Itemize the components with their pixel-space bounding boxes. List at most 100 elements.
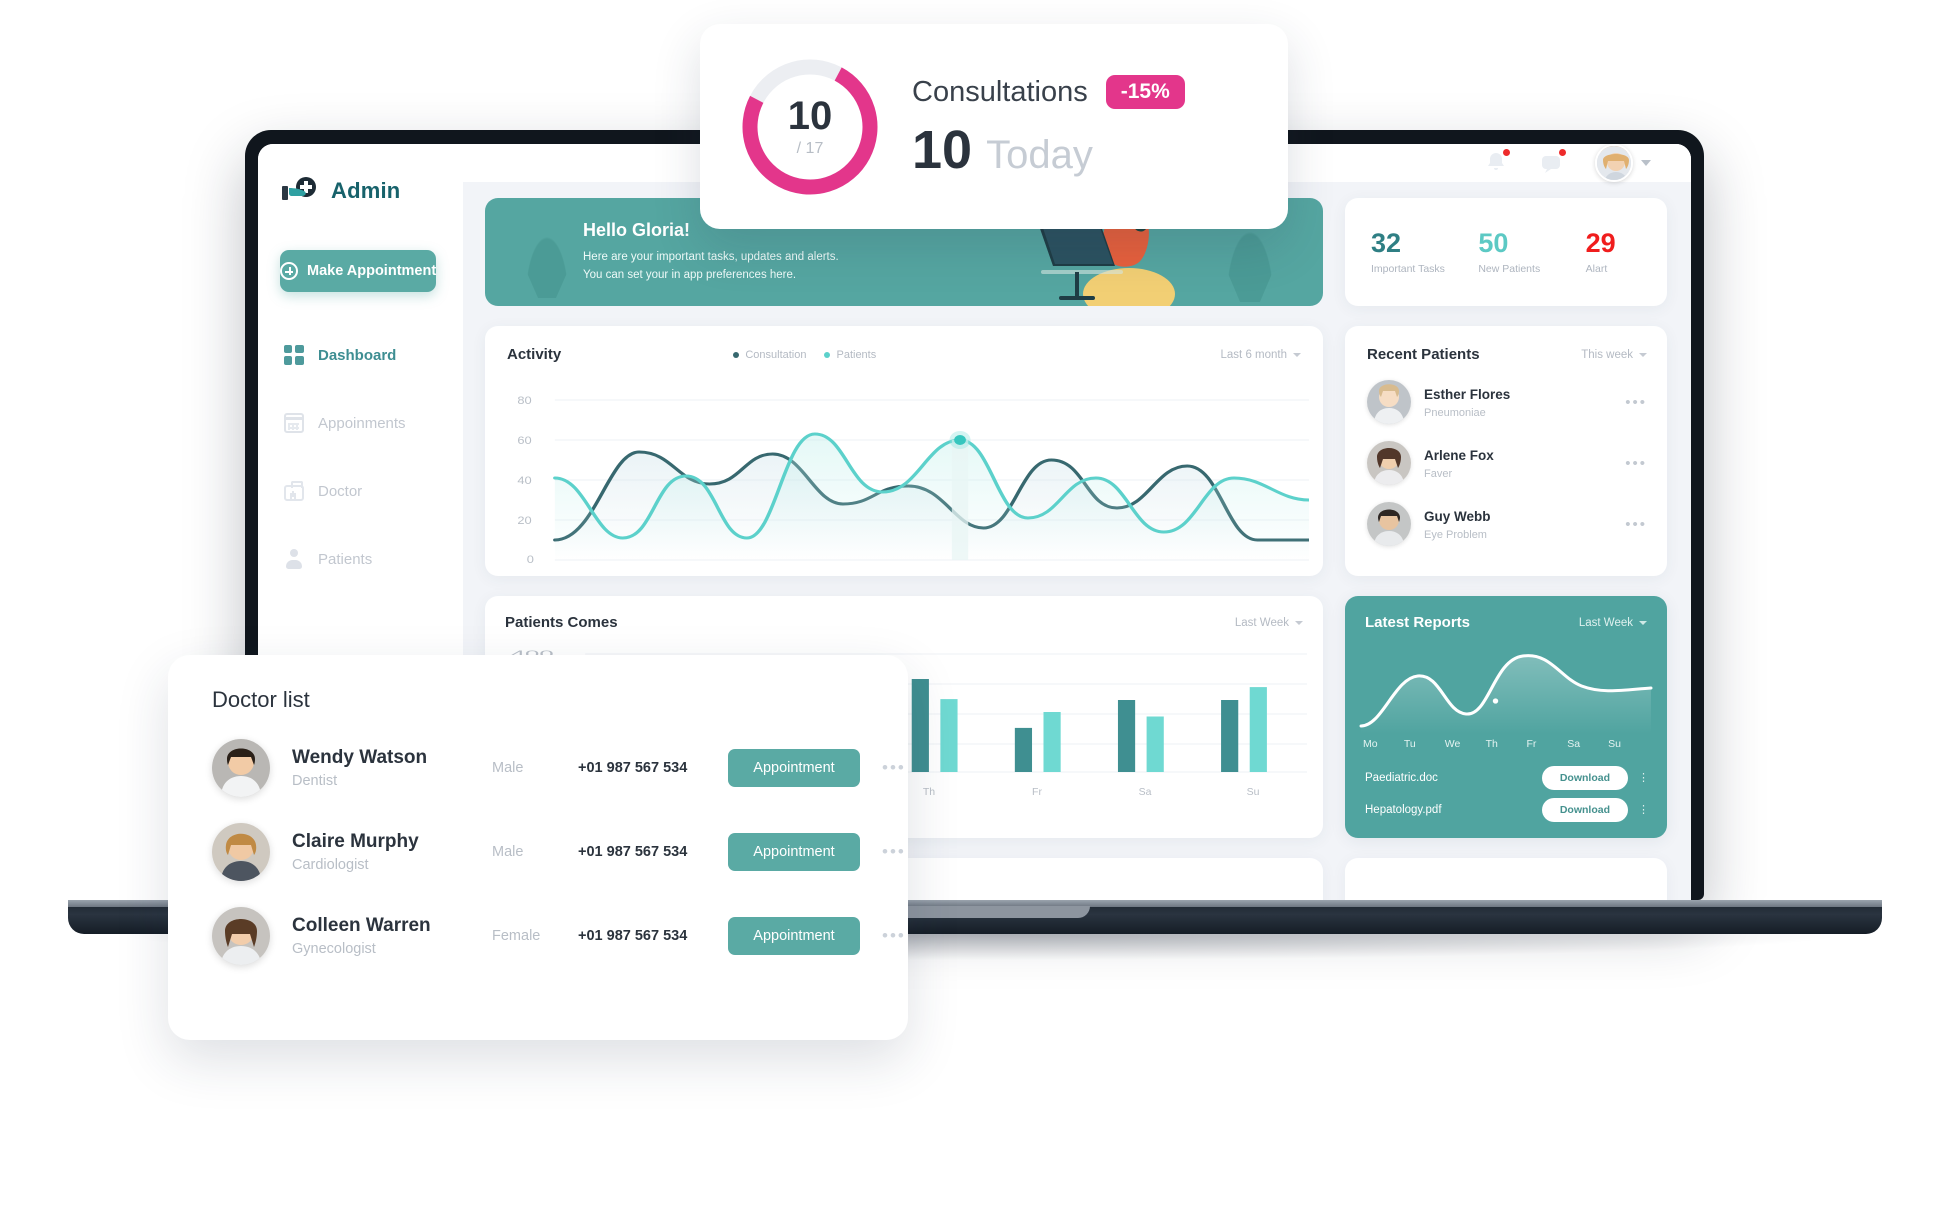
recent-patients-title: Recent Patients	[1367, 346, 1480, 363]
latest-reports-xaxis: Mo Tu We Th Fr Sa Su	[1363, 738, 1649, 750]
appointment-button[interactable]: Appointment	[728, 833, 860, 871]
kpi-value: 50	[1478, 227, 1509, 258]
kpi-value: 29	[1585, 227, 1616, 258]
avatar	[1367, 502, 1411, 546]
more-vertical-icon[interactable]: ⋮	[1638, 772, 1649, 783]
consultations-today-row: 10 Today	[912, 123, 1185, 178]
sidebar-nav: Dashboard Appoinments Doctor Patients	[258, 332, 463, 582]
avatar	[212, 739, 270, 797]
make-appointment-label: Make Appointment	[307, 263, 437, 279]
appointment-button[interactable]: Appointment	[728, 917, 860, 955]
doctor-identity: Claire Murphy Cardiologist	[292, 831, 492, 873]
recent-patients-card: Recent Patients This week Esther Flores …	[1345, 326, 1667, 576]
more-horizontal-icon[interactable]: •••	[1625, 517, 1647, 532]
activity-header: Activity Consultation Patients Last 6 mo…	[507, 346, 1301, 363]
x-tick: Sa	[1138, 786, 1152, 798]
doctor-phone: +01 987 567 534	[578, 844, 688, 860]
more-horizontal-icon[interactable]: •••	[1625, 456, 1647, 471]
more-horizontal-icon[interactable]: •••	[882, 926, 906, 946]
list-item[interactable]: Esther Flores Pneumoniae •••	[1367, 380, 1647, 424]
sidebar-item-label: Doctor	[318, 482, 363, 500]
doctor-name: Wendy Watson	[292, 747, 428, 768]
legend-consultation: Consultation	[733, 349, 806, 361]
recent-patients-range-dropdown[interactable]: This week	[1581, 349, 1647, 361]
doctor-list-card: Doctor list Wendy Watson Dentist Male +0…	[168, 655, 908, 1040]
list-item[interactable]: Arlene Fox Faver •••	[1367, 441, 1647, 485]
doctor-specialty: Gynecologist	[292, 941, 376, 957]
doctor-gender: Female	[492, 928, 541, 944]
user-icon	[284, 549, 304, 569]
plus-circle-icon	[280, 262, 298, 280]
kpi-alart: 29 Alart	[1560, 227, 1667, 275]
avatar	[212, 907, 270, 965]
calendar-icon	[284, 413, 304, 433]
doctor-phone: +01 987 567 534	[578, 928, 688, 944]
latest-reports-chart	[1359, 648, 1653, 734]
status-badge: -15%	[1105, 75, 1185, 109]
patient-name: Esther Flores	[1424, 386, 1511, 402]
x-tick: Tu	[1403, 738, 1416, 750]
latest-reports-range-dropdown[interactable]: Last Week	[1579, 617, 1647, 629]
doctor-name: Colleen Warren	[292, 915, 431, 936]
activity-range-dropdown[interactable]: Last 6 month	[1221, 349, 1301, 361]
chevron-down-icon	[1639, 620, 1647, 625]
sidebar-item-appoinments[interactable]: Appoinments	[258, 400, 463, 446]
avatar	[212, 823, 270, 881]
bottom-card-right	[1345, 858, 1667, 900]
briefcase-medical-icon	[284, 480, 304, 501]
patients-comes-title: Patients Comes	[505, 614, 618, 631]
welcome-line-1: Here are your important tasks, updates a…	[583, 251, 839, 263]
more-horizontal-icon[interactable]: •••	[882, 842, 906, 862]
more-horizontal-icon[interactable]: •••	[1625, 395, 1647, 410]
consultations-ring-value: 10	[787, 93, 833, 138]
activity-legend: Consultation Patients	[733, 349, 876, 361]
activity-chart: 80 60 40 20 0	[501, 382, 1311, 583]
table-row: Wendy Watson Dentist Male +01 987 567 53…	[212, 739, 908, 797]
table-row: Claire Murphy Cardiologist Male +01 987 …	[212, 823, 908, 881]
x-tick: Su	[1246, 786, 1260, 798]
report-row: Paediatric.doc Download ⋮	[1365, 766, 1649, 790]
latest-reports-header: Latest Reports Last Week	[1365, 614, 1647, 631]
download-button[interactable]: Download	[1541, 766, 1628, 790]
download-button[interactable]: Download	[1541, 798, 1628, 822]
consultations-ring-text: 10 / 17	[736, 53, 884, 201]
legend-patients: Patients	[824, 349, 876, 361]
patients-comes-range-dropdown[interactable]: Last Week	[1235, 617, 1303, 629]
chevron-down-icon	[1641, 160, 1651, 166]
x-tick: Su	[1608, 738, 1621, 750]
kpi-caption: New Patients	[1478, 263, 1541, 276]
hand-medical-cross-icon	[280, 176, 322, 206]
latest-reports-range-label: Last Week	[1578, 616, 1633, 629]
chevron-down-icon	[1295, 620, 1303, 625]
appointment-button[interactable]: Appointment	[728, 749, 860, 787]
patient-condition: Eye Problem	[1424, 528, 1487, 541]
consultations-today-label: Today	[986, 133, 1093, 177]
x-tick: Fr	[1032, 786, 1042, 798]
report-file-name: Hepatology.pdf	[1365, 804, 1442, 816]
make-appointment-button[interactable]: Make Appointment	[280, 250, 437, 292]
avatar	[1367, 441, 1411, 485]
consultations-info: Consultations -15% 10 Today	[912, 75, 1185, 178]
sidebar-item-patients[interactable]: Patients	[258, 536, 463, 582]
legend-label: Consultation	[745, 348, 807, 361]
activity-range-label: Last 6 month	[1220, 348, 1287, 361]
kpi-important-tasks: 32 Important Tasks	[1345, 228, 1452, 275]
grid-icon	[284, 345, 304, 365]
more-horizontal-icon[interactable]: •••	[882, 758, 906, 778]
chat-icon[interactable]	[1539, 148, 1567, 176]
avatar	[1595, 144, 1633, 182]
consultations-title: Consultations	[912, 75, 1088, 108]
svg-text:0: 0	[527, 553, 535, 566]
activity-card: Activity Consultation Patients Last 6 mo…	[485, 326, 1323, 583]
account-menu[interactable]	[1595, 144, 1651, 182]
recent-patients-range-label: This week	[1581, 348, 1633, 361]
bell-icon[interactable]	[1483, 148, 1511, 176]
sidebar-item-doctor[interactable]: Doctor	[258, 468, 463, 514]
svg-text:60: 60	[517, 434, 532, 447]
x-tick: Fr	[1526, 738, 1537, 750]
more-vertical-icon[interactable]: ⋮	[1638, 804, 1649, 815]
list-item[interactable]: Guy Webb Eye Problem •••	[1367, 502, 1647, 546]
patient-condition: Faver	[1424, 467, 1453, 480]
sidebar-item-dashboard[interactable]: Dashboard	[258, 332, 463, 378]
patient-name: Arlene Fox	[1424, 447, 1494, 463]
